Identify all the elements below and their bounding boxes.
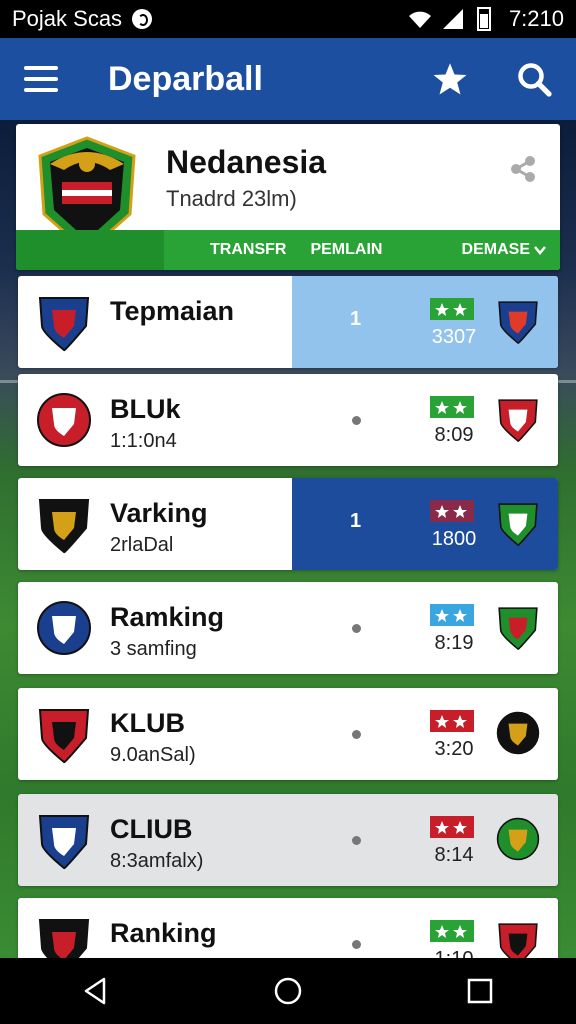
wifi-icon	[408, 11, 431, 28]
status-bar: Pojak Scas 7:210	[0, 0, 576, 38]
battery-icon	[476, 7, 491, 31]
home-icon[interactable]	[272, 975, 304, 1007]
team-subtitle: 9.0anSal)	[110, 744, 196, 766]
app-title: Deparball	[108, 59, 263, 98]
flag-icon	[430, 298, 474, 320]
team-crest	[38, 709, 90, 764]
match-time: 3307	[431, 326, 477, 348]
status-dot	[352, 416, 361, 425]
opponent-crest	[496, 711, 540, 755]
team-crest	[38, 815, 90, 870]
match-row[interactable]: Tepmaian 1 3307	[18, 276, 558, 368]
star-icon[interactable]	[432, 61, 468, 97]
share-icon[interactable]	[508, 154, 538, 184]
team-subtitle: 2rlaDal	[110, 534, 174, 556]
recents-icon[interactable]	[464, 975, 496, 1007]
opponent-crest	[498, 399, 538, 442]
match-row[interactable]: BLUk 1:1:0n4 8:09	[18, 374, 558, 466]
match-time: 3:20	[434, 738, 474, 760]
signal-icon	[442, 9, 463, 29]
team-crest	[37, 393, 91, 447]
clock: 7:210	[508, 6, 564, 31]
round-number: 1	[350, 308, 362, 330]
search-icon[interactable]	[516, 61, 552, 97]
team-subtitle: 1:1:0n4	[110, 430, 177, 452]
team-name: Nedanesia	[166, 144, 327, 180]
status-dot	[352, 730, 361, 739]
menu-icon[interactable]	[24, 66, 58, 92]
match-time: 1800	[431, 528, 477, 550]
opponent-crest	[498, 503, 538, 546]
back-icon[interactable]	[80, 975, 112, 1007]
team-header-card: Nedanesia Tnadrd 23lm) TRANSFR PEMLAIN D…	[16, 124, 560, 270]
match-row[interactable]: KLUB 9.0anSal) 3:20	[18, 688, 558, 780]
match-time: 8:14	[434, 844, 474, 866]
status-dot	[352, 940, 361, 949]
match-time: 8:09	[434, 424, 474, 446]
round-number: 1	[350, 510, 362, 532]
flag-icon	[430, 396, 474, 418]
status-dot	[352, 624, 361, 633]
team-crest	[37, 601, 91, 655]
system-nav-bar	[0, 958, 576, 1024]
tab-pemain[interactable]: PEMLAIN	[310, 241, 382, 259]
team-title: Ranking	[110, 918, 217, 948]
opponent-crest	[496, 817, 540, 861]
sync-icon	[132, 9, 153, 29]
team-title: CLIUB	[110, 814, 193, 844]
tab-demase[interactable]: DEMASE	[462, 241, 546, 259]
flag-icon	[430, 710, 474, 732]
carrier-label: Pojak Scas	[12, 6, 123, 31]
team-subtitle: Tnadrd 23lm)	[166, 186, 297, 211]
team-subtitle: 8:3amfalx)	[110, 850, 204, 872]
team-title: Tepmaian	[110, 296, 235, 326]
tab-transfer[interactable]: TRANSFR	[210, 241, 286, 259]
app-bar: Deparball	[0, 38, 576, 120]
flag-icon	[430, 500, 474, 522]
opponent-crest	[498, 607, 538, 650]
flag-icon	[430, 604, 474, 626]
flag-icon	[430, 920, 474, 942]
match-time: 8:19	[434, 632, 474, 654]
status-dot	[352, 836, 361, 845]
team-title: BLUk	[110, 394, 181, 424]
team-title: Ramking	[110, 602, 225, 632]
match-row[interactable]: Ramking 3 samfing 8:19	[18, 582, 558, 674]
team-crest	[38, 499, 90, 554]
match-row[interactable]: CLIUB 8:3amfalx) 8:14	[18, 794, 558, 886]
tab-strip: TRANSFR PEMLAIN DEMASE	[16, 230, 560, 270]
chevron-down-icon	[534, 246, 546, 255]
match-row[interactable]: Varking 2rlaDal 1 1800	[18, 478, 558, 570]
team-crest	[38, 297, 90, 352]
flag-icon	[430, 816, 474, 838]
team-title: Varking	[110, 498, 208, 528]
team-subtitle: 3 samfing	[110, 638, 197, 660]
tab-demase-label: DEMASE	[461, 241, 530, 258]
opponent-crest	[498, 301, 538, 344]
team-title: KLUB	[110, 708, 185, 738]
tab-strip-accent	[16, 230, 164, 270]
